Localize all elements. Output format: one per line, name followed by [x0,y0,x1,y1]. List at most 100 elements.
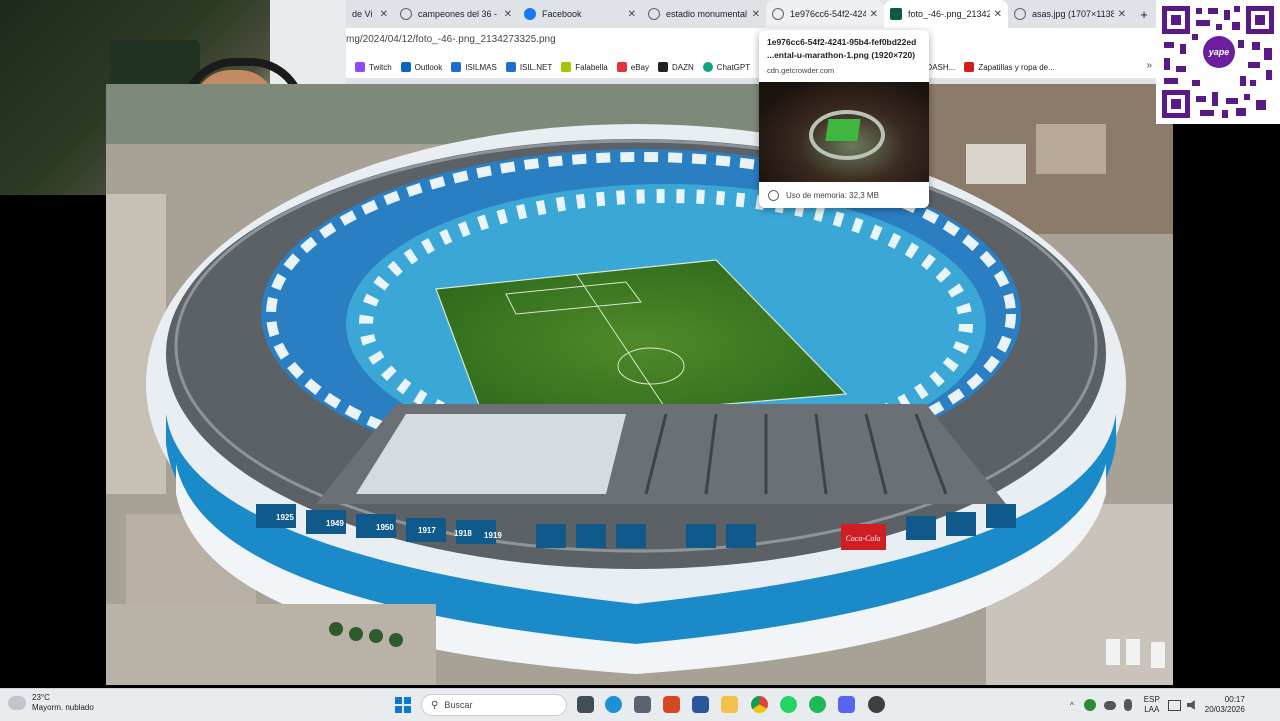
isil-icon [451,62,462,72]
edge-icon[interactable] [605,696,622,713]
hovercard-memory: Uso de memoria: 32,3 MB [759,182,929,208]
tab-label: estadio monumental [666,9,748,19]
store-app-icon[interactable] [634,696,651,713]
new-tab-button[interactable]: + [1132,0,1156,28]
tab-foto[interactable]: foto_-46-.png_21342 ✕ [884,0,1008,28]
weather-condition: Mayorm. nublado [32,703,94,712]
tab-label: foto_-46-.png_21342 [908,9,990,19]
bookmarks-bar: Twitch Outlook ISILMAS ISIL.NET Falabell… [346,56,1156,78]
bookmark-isilmas[interactable]: ISILMAS [451,62,497,72]
bookmark-isilnet[interactable]: ISIL.NET [505,62,553,72]
weather-temp: 23°C [32,693,50,702]
word-icon[interactable] [692,696,709,713]
bookmarks-more-icon[interactable]: » [1146,60,1152,71]
stadium-illustration: Coca-Cola 1925 1949 1950 1917 1918 1919 [106,84,1173,685]
tab-label: de Vi [352,9,373,19]
defender-icon[interactable] [1083,699,1096,711]
bookmark-ebay[interactable]: eBay [616,62,649,72]
sponsor-sign: Coca-Cola [845,534,880,543]
app-icon[interactable] [868,696,885,713]
outlook-icon [400,62,411,72]
clock-time: 00:17 [1224,695,1245,704]
weather-widget[interactable]: 23°C Mayorm. nublado [8,693,94,713]
tab-asas[interactable]: asas.jpg (1707×1138) ✕ [1008,0,1132,28]
yape-logo: yape [1203,36,1235,68]
year-label: 1949 [326,519,344,528]
tab-label: 1e976cc6-54f2-4241 [790,9,866,19]
close-icon[interactable]: ✕ [1118,9,1126,20]
powerpoint-icon[interactable] [663,696,680,713]
taskbar: 23°C Mayorm. nublado ⚲ Buscar ^ ESP LAA … [0,688,1280,721]
dazn-icon [657,62,668,72]
bookmark-label: ISIL.NET [519,62,553,72]
tab-campeones[interactable]: campeones del 36 - E ✕ [394,0,518,28]
bookmark-dazn[interactable]: DAZN [657,62,694,72]
chrome-icon[interactable] [751,696,768,713]
tab-label: Facebook [542,9,582,19]
hovercard-title: 1e976cc6-54f2-4241-95b4-fef0bd22ed ...en… [767,37,917,60]
address-bar[interactable]: mg/2024/04/12/foto_-46-.png_2134273325.p… [346,28,1156,56]
bookmark-label: DAZN [671,62,694,72]
system-tray: ^ ESP LAA 00:17 20/03/2026 [1070,689,1245,721]
yape-qr-code: yape [1156,0,1280,124]
cloud-sun-icon [8,696,26,710]
year-label: 1925 [276,513,294,522]
search-icon: ⚲ [431,699,439,711]
bookmark-label: Falabella [575,62,608,72]
globe-icon [1014,8,1026,20]
tab-label: campeones del 36 - E [418,9,500,19]
close-icon[interactable]: ✕ [870,9,878,20]
memory-label: Uso de memoria: 32,3 MB [786,190,879,200]
bookmark-label: Twitch [369,62,392,72]
year-label: 1950 [376,523,394,532]
url-text[interactable]: mg/2024/04/12/foto_-46-.png_2134273325.p… [346,34,556,45]
globe-icon [400,8,412,20]
close-icon[interactable]: ✕ [628,9,636,20]
tab-estadio[interactable]: estadio monumental ✕ [642,0,766,28]
volume-icon[interactable] [1186,700,1195,710]
bookmark-chatgpt[interactable]: ChatGPT [702,62,751,72]
bookmark-twitch[interactable]: Twitch [355,62,392,72]
tab-hover-card: 1e976cc6-54f2-4241-95b4-fef0bd22ed ...en… [759,30,929,208]
close-icon[interactable]: ✕ [504,9,512,20]
store-icon [964,62,975,72]
close-icon[interactable]: ✕ [380,9,388,20]
chevron-up-icon[interactable]: ^ [1070,701,1074,710]
microphone-icon[interactable] [1123,699,1132,711]
task-view-icon[interactable] [577,696,594,713]
bookmark-falabella[interactable]: Falabella [561,62,608,72]
clock-date: 20/03/2026 [1204,705,1245,714]
clock[interactable]: 00:17 20/03/2026 [1205,695,1245,715]
network-icon[interactable] [1167,699,1181,711]
discord-icon[interactable] [838,696,855,713]
file-explorer-icon[interactable] [721,696,738,713]
bookmark-outlook[interactable]: Outlook [400,62,443,72]
bookmark-label: Zapatillas y ropa de... [978,62,1055,72]
browser-window: de Vi ✕ campeones del 36 - E ✕ Facebook … [346,0,1156,84]
tab-cdn-image[interactable]: 1e976cc6-54f2-4241 ✕ [766,0,884,28]
bookmark-label: ISILMAS [465,62,497,72]
cloud-icon[interactable] [1103,700,1116,710]
tab-partial[interactable]: de Vi ✕ [346,0,394,28]
chatgpt-icon [702,62,713,72]
language-indicator[interactable]: ESP LAA [1144,695,1160,715]
windows-start-icon[interactable] [395,697,411,713]
tab-facebook[interactable]: Facebook ✕ [518,0,642,28]
memory-icon [768,189,779,201]
keyboard-layout: LAA [1144,705,1160,714]
year-label: 1917 [418,526,436,535]
spotify-icon[interactable] [809,696,826,713]
close-icon[interactable]: ✕ [752,9,760,20]
hovercard-domain: cdn.getcrowder.com [767,66,835,75]
bookmark-label: Outlook [414,62,443,72]
close-icon[interactable]: ✕ [994,9,1002,20]
tab-label: asas.jpg (1707×1138) [1032,9,1114,19]
ebay-icon [616,62,627,72]
language-code: ESP [1143,695,1160,704]
whatsapp-icon[interactable] [780,696,797,713]
taskbar-search[interactable]: ⚲ Buscar [421,694,567,716]
facebook-icon [524,8,536,20]
bookmark-zapatillas[interactable]: Zapatillas y ropa de... [964,62,1055,72]
twitch-icon [355,62,365,72]
bookmark-label: ChatGPT [716,62,751,72]
